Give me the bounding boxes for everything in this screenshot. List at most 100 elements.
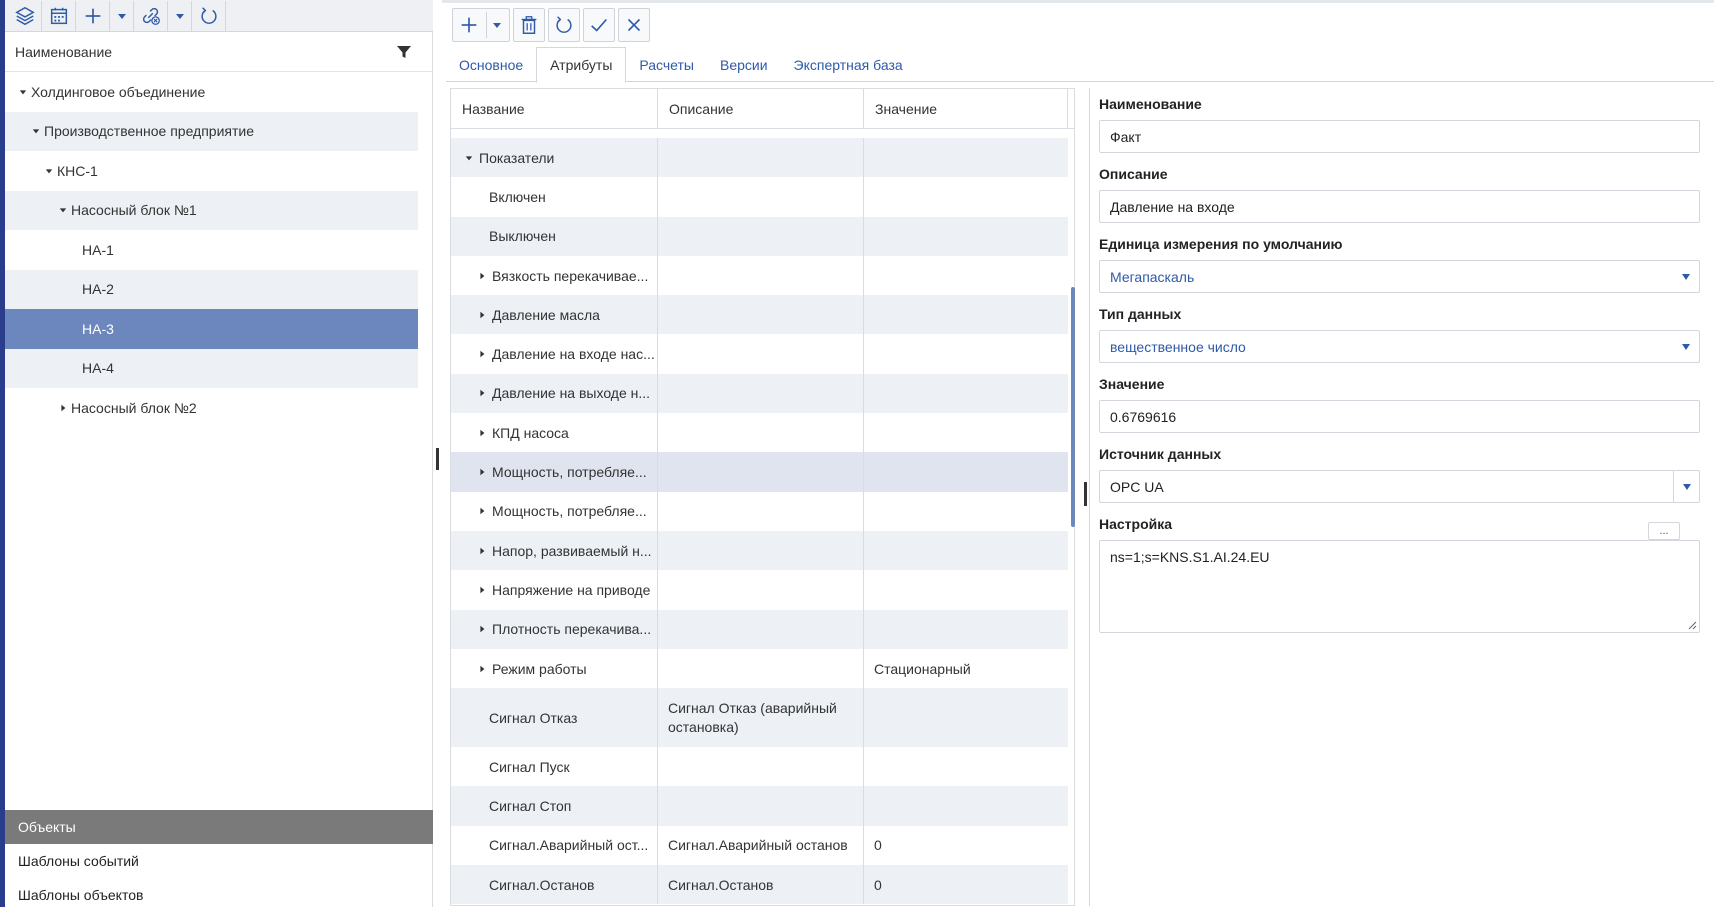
tree-node[interactable]: Холдинговое объединение: [5, 72, 418, 112]
tree-node[interactable]: НА-4: [5, 348, 418, 388]
column-header-description[interactable]: Описание: [658, 89, 864, 129]
table-row[interactable]: Напряжение на приводе: [451, 570, 1068, 610]
check-icon: [588, 14, 610, 36]
source-select[interactable]: OPC UA: [1099, 470, 1700, 503]
table-row[interactable]: КПД насоса: [451, 413, 1068, 453]
filter-icon[interactable]: [395, 43, 413, 61]
caret-down-icon[interactable]: [492, 20, 502, 30]
cell-name: Сигнал Пуск: [451, 747, 658, 787]
tree-node[interactable]: НА-2: [5, 269, 418, 309]
tab-1[interactable]: Атрибуты: [536, 47, 627, 83]
cell-value: 0: [874, 837, 882, 854]
cell-description: [658, 648, 864, 689]
caret-right-icon[interactable]: [478, 585, 488, 595]
calendar-button[interactable]: [42, 0, 76, 31]
caret-down-icon[interactable]: [43, 165, 55, 177]
tree-node-label: НА-2: [82, 281, 114, 298]
table-row[interactable]: Сигнал Отказ Сигнал Отказ (аварийный оста…: [451, 688, 1068, 748]
footer-nav-item[interactable]: Объекты: [5, 810, 433, 844]
table-row[interactable]: Сигнал Пуск: [451, 747, 1068, 787]
table-row[interactable]: Давление масла: [451, 295, 1068, 335]
resize-grip-icon[interactable]: [1687, 620, 1697, 630]
cell-description: Сигнал.Аварийный останов: [658, 825, 864, 866]
table-row[interactable]: Сигнал.Аварийный ост... Сигнал.Аварийный …: [451, 825, 1068, 866]
caret-down-icon[interactable]: [30, 125, 42, 137]
table-row[interactable]: Выключен: [451, 216, 1068, 256]
layers-button[interactable]: [8, 0, 42, 31]
cell-value: Стационарный: [874, 660, 971, 677]
add-dropdown-button[interactable]: [110, 0, 134, 31]
table-row[interactable]: Мощность, потребляе...: [451, 452, 1068, 492]
apply-button[interactable]: [583, 8, 615, 42]
left-panel-splitter[interactable]: [436, 448, 439, 470]
caret-right-icon[interactable]: [478, 271, 488, 281]
tab-3[interactable]: Версии: [707, 47, 781, 82]
config-textarea[interactable]: ns=1;s=KNS.S1.AI.24.EU: [1099, 540, 1700, 633]
table-row[interactable]: Включен: [451, 177, 1068, 217]
datatype-select[interactable]: вещественное число: [1099, 330, 1700, 363]
tree-node-label: НА-1: [82, 241, 114, 258]
cell-description: [658, 570, 864, 610]
cell-name-text: Режим работы: [492, 660, 587, 677]
add-attribute-button[interactable]: [452, 8, 510, 42]
tab-0[interactable]: Основное: [446, 47, 536, 82]
source-group: Источник данных OPC UA: [1099, 446, 1700, 516]
tree-node[interactable]: Производственное предприятие: [5, 111, 418, 151]
tree-node[interactable]: НА-1: [5, 230, 418, 270]
table-row[interactable]: Давление на входе нас...: [451, 334, 1068, 374]
description-label: Описание: [1099, 166, 1168, 182]
form-splitter[interactable]: [1084, 482, 1087, 506]
caret-right-icon[interactable]: [57, 402, 69, 414]
config-edit-button[interactable]: ...: [1648, 522, 1680, 540]
table-row[interactable]: Мощность, потребляе...: [451, 491, 1068, 531]
cell-description: [658, 413, 864, 453]
table-row[interactable]: Плотность перекачива...: [451, 609, 1068, 649]
caret-right-icon[interactable]: [478, 664, 488, 674]
footer-nav-item[interactable]: Шаблоны событий: [5, 844, 433, 878]
refresh-button[interactable]: [548, 8, 580, 42]
table-row[interactable]: Сигнал Стоп: [451, 786, 1068, 826]
cell-name-text: Показатели: [479, 149, 555, 166]
refresh-tree-button[interactable]: [192, 0, 226, 31]
column-header-value[interactable]: Значение: [864, 89, 1068, 129]
grid-scrollbar-thumb[interactable]: [1071, 287, 1075, 527]
caret-right-icon[interactable]: [478, 310, 488, 320]
caret-down-icon[interactable]: [57, 204, 69, 216]
caret-right-icon[interactable]: [478, 624, 488, 634]
table-row[interactable]: Сигнал.Останов Сигнал.Останов 0: [451, 865, 1068, 905]
column-header-name[interactable]: Название: [451, 89, 658, 129]
tree-node[interactable]: Насосный блок №1: [5, 190, 418, 230]
table-row[interactable]: Вязкость перекачивае...: [451, 255, 1068, 296]
table-row[interactable]: Режим работы Стационарный: [451, 648, 1068, 689]
unit-select[interactable]: Мегапаскаль: [1099, 260, 1700, 293]
tree-node[interactable]: Насосный блок №2: [5, 388, 418, 428]
caret-right-icon[interactable]: [478, 467, 488, 477]
add-object-button[interactable]: [76, 0, 110, 31]
tab-4[interactable]: Экспертная база: [781, 47, 916, 82]
source-dropdown-button[interactable]: [1673, 471, 1699, 502]
caret-down-icon[interactable]: [17, 86, 29, 98]
cancel-button[interactable]: [618, 8, 650, 42]
tree-node[interactable]: НА-3: [5, 309, 418, 349]
caret-right-icon[interactable]: [478, 349, 488, 359]
unlink-button[interactable]: [134, 0, 168, 31]
tab-2[interactable]: Расчеты: [626, 47, 707, 82]
caret-down-icon[interactable]: [465, 153, 475, 163]
description-field[interactable]: Давление на входе: [1099, 190, 1700, 223]
caret-right-icon[interactable]: [478, 428, 488, 438]
table-row[interactable]: Показатели: [451, 138, 1068, 178]
caret-right-icon[interactable]: [478, 388, 488, 398]
table-row[interactable]: Напор, развиваемый н...: [451, 530, 1068, 571]
table-row[interactable]: Давление на выходе н...: [451, 373, 1068, 414]
close-icon: [623, 14, 645, 36]
cell-name: Давление на входе нас...: [451, 334, 658, 374]
caret-right-icon[interactable]: [478, 506, 488, 516]
name-field[interactable]: Факт: [1099, 120, 1700, 153]
delete-button[interactable]: [513, 8, 545, 42]
cell-name-text: Сигнал.Останов: [489, 876, 595, 893]
caret-right-icon[interactable]: [478, 546, 488, 556]
cell-name: Мощность, потребляе...: [451, 452, 658, 492]
value-field[interactable]: 0.6769616: [1099, 400, 1700, 433]
tree-node[interactable]: КНС-1: [5, 151, 418, 191]
unlink-dropdown-button[interactable]: [168, 0, 192, 31]
